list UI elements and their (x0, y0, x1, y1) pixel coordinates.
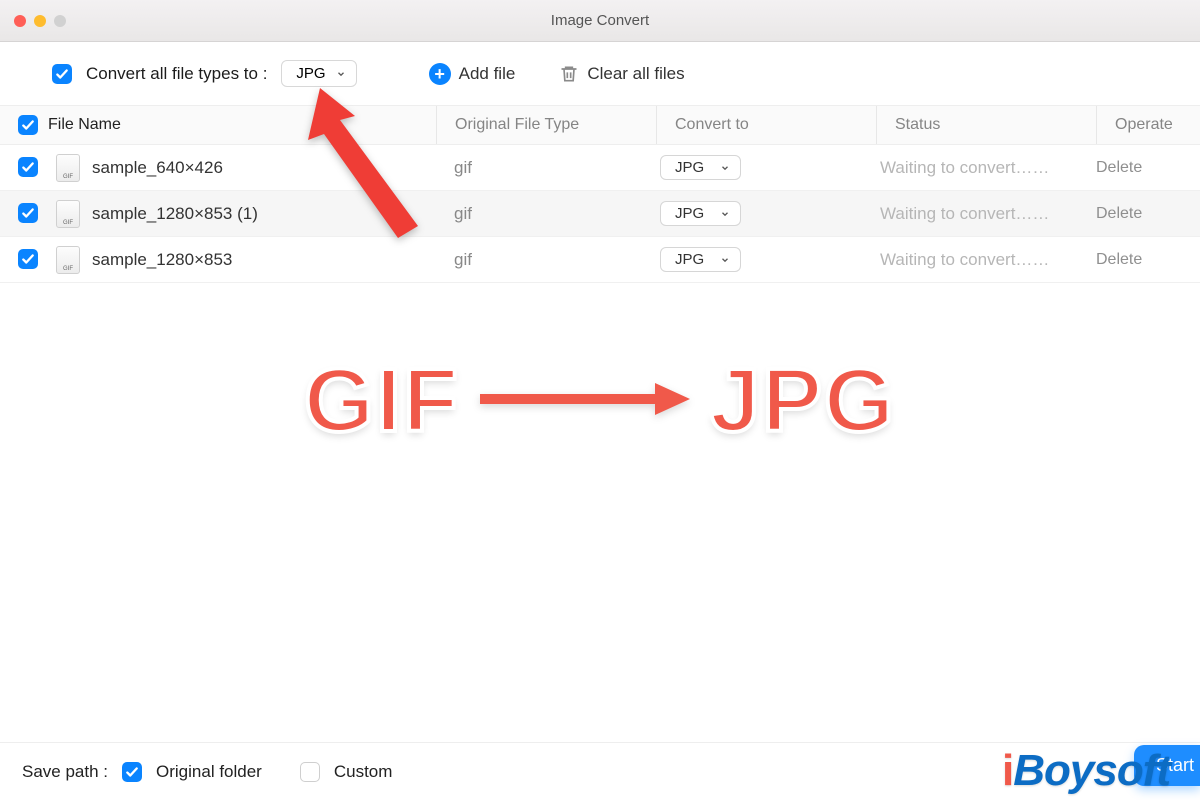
chevron-down-icon (720, 209, 730, 219)
window-title: Image Convert (0, 12, 1200, 29)
annotation-overlay: GIF JPG (0, 350, 1200, 453)
convert-all-label: Convert all file types to : (86, 64, 267, 84)
file-icon (56, 246, 80, 274)
select-all-checkbox[interactable] (18, 115, 38, 135)
file-name: sample_640×426 (92, 158, 223, 178)
status-text: Waiting to convert…… (876, 204, 1096, 224)
row-checkbox[interactable] (18, 249, 38, 269)
row-checkbox[interactable] (18, 157, 38, 177)
row-convert-select[interactable]: JPG (660, 155, 741, 180)
trash-icon (559, 64, 579, 84)
chevron-down-icon (720, 163, 730, 173)
row-convert-select[interactable]: JPG (660, 201, 741, 226)
clear-all-label: Clear all files (587, 64, 684, 84)
status-text: Waiting to convert…… (876, 158, 1096, 178)
table-row: sample_1280×853 (1) gif JPG Waiting to c… (0, 191, 1200, 237)
add-file-button[interactable]: + Add file (429, 63, 516, 85)
chevron-down-icon (720, 255, 730, 265)
status-text: Waiting to convert…… (876, 250, 1096, 270)
arrow-right-icon (480, 379, 690, 424)
clear-all-button[interactable]: Clear all files (559, 64, 684, 84)
original-type: gif (436, 158, 656, 178)
delete-button[interactable]: Delete (1096, 205, 1200, 223)
row-convert-select[interactable]: JPG (660, 247, 741, 272)
brand-watermark: iBoysoft (1002, 746, 1170, 796)
titlebar: Image Convert (0, 0, 1200, 42)
toolbar: Convert all file types to : JPG + Add fi… (0, 42, 1200, 105)
col-operate: Operate (1096, 106, 1200, 144)
col-convert-to: Convert to (656, 106, 876, 144)
close-icon[interactable] (14, 15, 26, 27)
brand-text: Boysoft (1013, 746, 1170, 795)
delete-button[interactable]: Delete (1096, 251, 1200, 269)
original-type: gif (436, 250, 656, 270)
plus-icon: + (429, 63, 451, 85)
table-header: File Name Original File Type Convert to … (0, 105, 1200, 145)
original-folder-label: Original folder (156, 762, 262, 782)
row-checkbox[interactable] (18, 203, 38, 223)
maximize-icon (54, 15, 66, 27)
delete-button[interactable]: Delete (1096, 159, 1200, 177)
file-icon (56, 154, 80, 182)
minimize-icon[interactable] (34, 15, 46, 27)
col-status: Status (876, 106, 1096, 144)
custom-path-checkbox[interactable] (300, 762, 320, 782)
col-file-name: File Name (48, 116, 121, 134)
custom-path-label: Custom (334, 762, 393, 782)
table-row: sample_1280×853 gif JPG Waiting to conve… (0, 237, 1200, 283)
overlay-from: GIF (304, 350, 460, 453)
file-table: File Name Original File Type Convert to … (0, 105, 1200, 283)
chevron-down-icon (336, 69, 346, 79)
window-controls (14, 15, 66, 27)
convert-all-select[interactable]: JPG (281, 60, 356, 87)
file-name: sample_1280×853 (1) (92, 204, 258, 224)
convert-all-value: JPG (296, 65, 325, 82)
save-path-label: Save path : (22, 762, 108, 782)
add-file-label: Add file (459, 64, 516, 84)
original-folder-checkbox[interactable] (122, 762, 142, 782)
convert-all-checkbox[interactable] (52, 64, 72, 84)
col-original-type: Original File Type (436, 106, 656, 144)
file-name: sample_1280×853 (92, 250, 232, 270)
file-icon (56, 200, 80, 228)
original-type: gif (436, 204, 656, 224)
table-row: sample_640×426 gif JPG Waiting to conver… (0, 145, 1200, 191)
overlay-to: JPG (710, 350, 896, 453)
